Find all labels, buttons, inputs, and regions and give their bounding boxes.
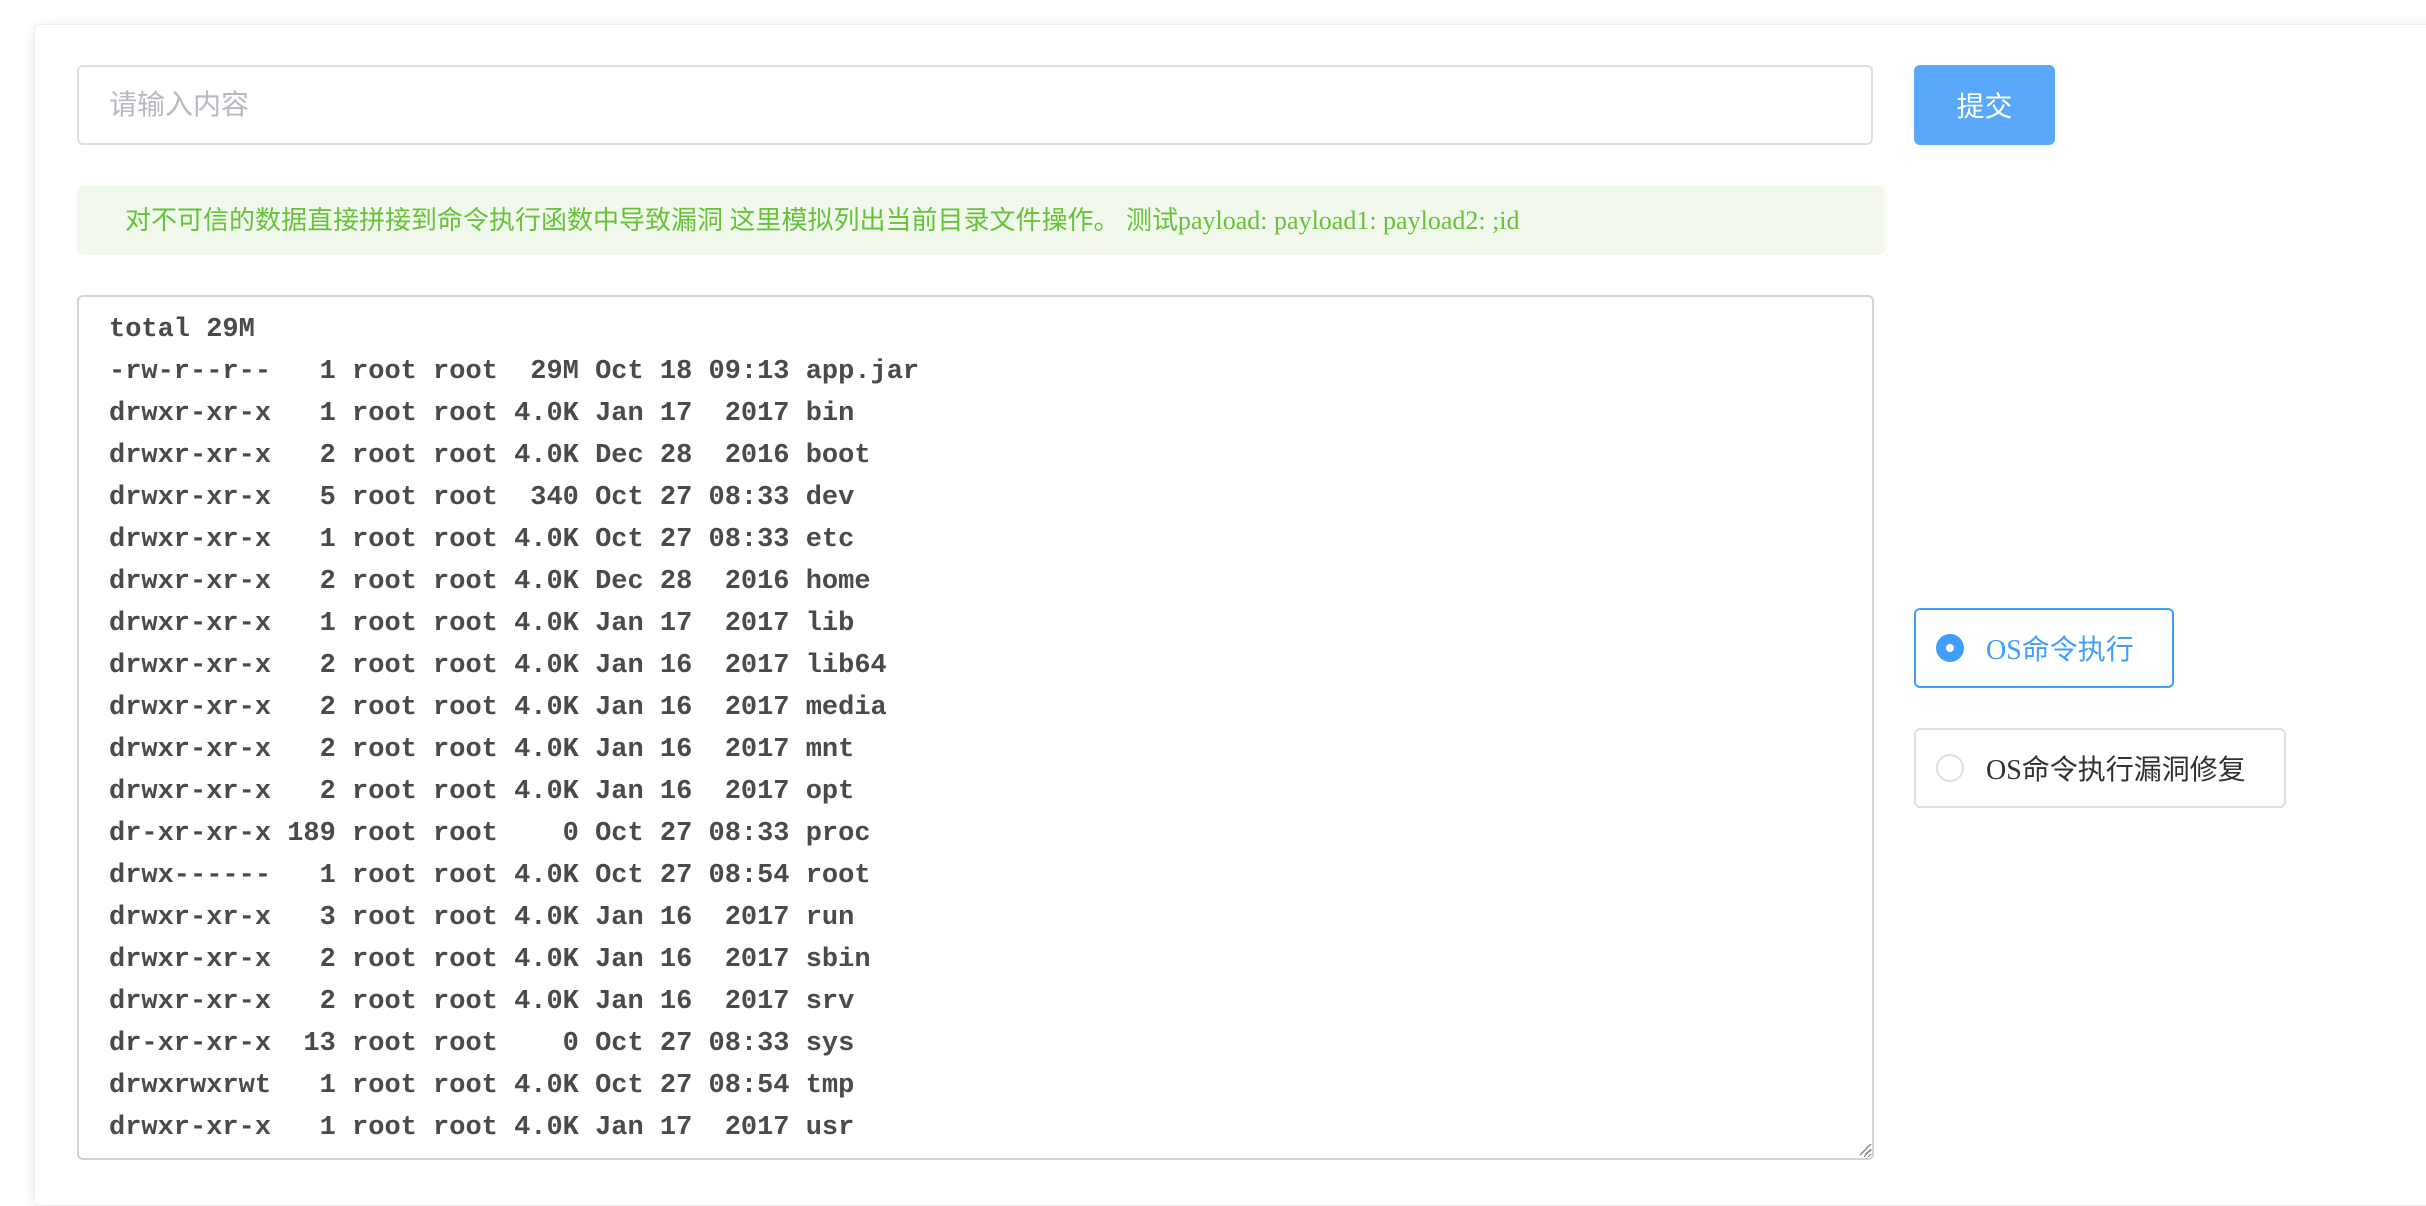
info-alert-text: 对不可信的数据直接拼接到命令执行函数中导致漏洞 这里模拟列出当前目录文件操作。 … (125, 206, 1520, 235)
radio-unchecked-icon (1936, 754, 1964, 782)
radio-label: OS命令执行 (1986, 635, 2134, 666)
radio-os-command-exec[interactable]: OS命令执行 (1914, 608, 2174, 688)
search-input[interactable] (77, 65, 1873, 145)
info-alert: 对不可信的数据直接拼接到命令执行函数中导致漏洞 这里模拟列出当前目录文件操作。 … (77, 186, 1885, 255)
radio-label: OS命令执行漏洞修复 (1986, 755, 2246, 786)
radio-checked-icon (1936, 634, 1964, 662)
command-output[interactable] (77, 295, 1874, 1160)
submit-button[interactable]: 提交 (1914, 65, 2055, 145)
radio-os-command-exec-fix[interactable]: OS命令执行漏洞修复 (1914, 728, 2286, 808)
resize-grip-icon[interactable] (1856, 1140, 1872, 1156)
